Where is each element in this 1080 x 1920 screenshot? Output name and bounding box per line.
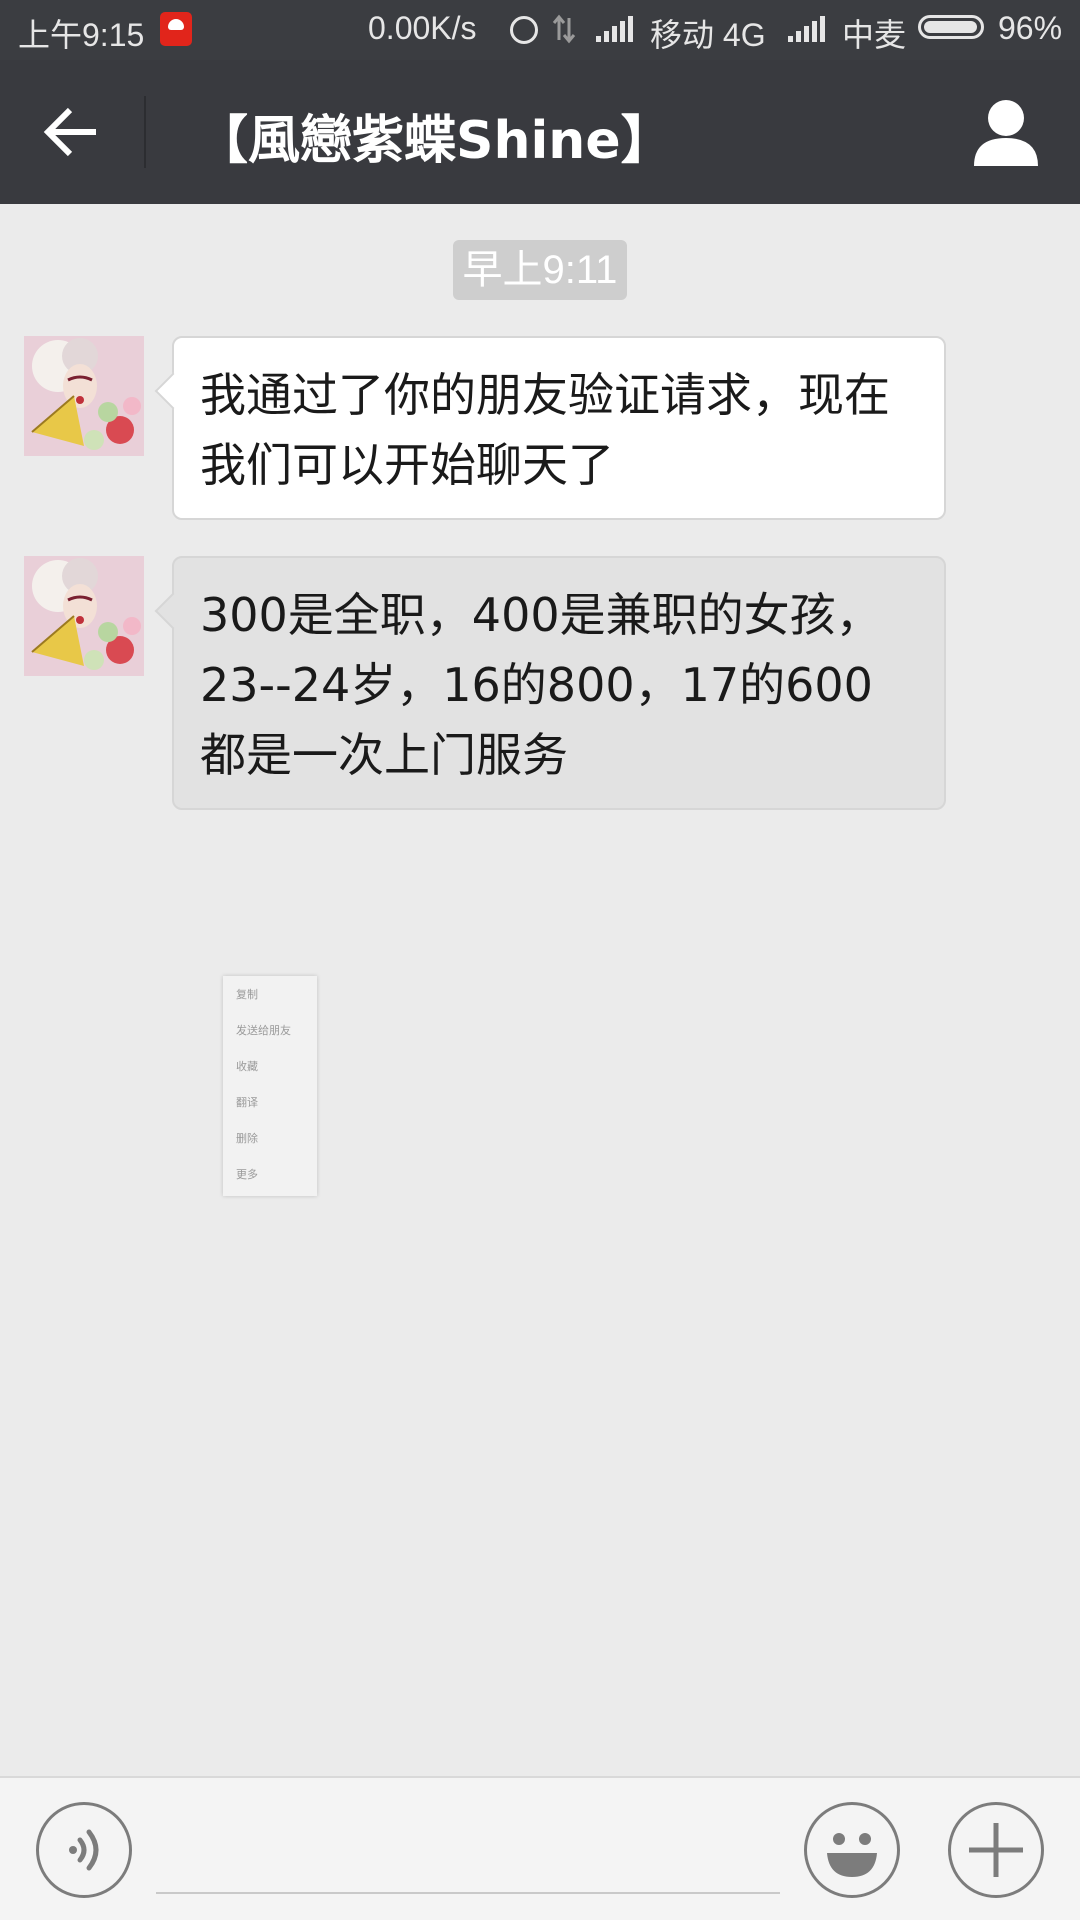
- message-input[interactable]: [156, 1818, 780, 1894]
- battery-percent: 96%: [998, 10, 1063, 46]
- voice-icon: [69, 1829, 99, 1871]
- signal-icon-2: [788, 16, 825, 42]
- bubble-tail: [154, 372, 192, 410]
- chat-input-bar: [0, 1776, 1080, 1920]
- menu-item-delete[interactable]: 删除: [236, 1130, 258, 1146]
- header-divider: [144, 96, 146, 168]
- menu-item-translate[interactable]: 翻译: [236, 1094, 258, 1110]
- status-time: 上午9:15: [18, 17, 145, 53]
- plus-icon: [969, 1823, 1023, 1877]
- status-bar: 上午9:15 0.00K/s 移动 4G 中麦 96%: [0, 0, 1080, 60]
- contact-avatar[interactable]: [24, 556, 144, 676]
- carrier-1: 移动 4G: [650, 17, 766, 53]
- more-functions-button[interactable]: [948, 1802, 1044, 1898]
- avatar-image: [24, 556, 144, 676]
- back-arrow-icon: [43, 107, 96, 157]
- jd-app-icon: [160, 12, 192, 46]
- alarm-icon: [510, 16, 538, 44]
- message-timestamp: 早上9:11: [453, 240, 627, 300]
- battery-icon: [918, 15, 984, 39]
- contact-avatar[interactable]: [24, 336, 144, 456]
- bubble-tail: [154, 592, 192, 630]
- menu-item-more[interactable]: 更多: [236, 1166, 258, 1182]
- person-icon: [974, 100, 1038, 166]
- voice-button[interactable]: [36, 1802, 132, 1898]
- message-text: 我通过了你的朋友验证请求，现在我们可以开始聊天了: [200, 368, 890, 492]
- menu-item-copy[interactable]: 复制: [236, 986, 258, 1002]
- carrier-2: 中麦: [842, 17, 907, 53]
- emoji-icon: [827, 1833, 877, 1877]
- emoji-button[interactable]: [804, 1802, 900, 1898]
- avatar-image: [24, 336, 144, 456]
- chat-info-button[interactable]: [968, 96, 1044, 168]
- menu-item-favorite[interactable]: 收藏: [236, 1058, 258, 1074]
- message-bubble-selected[interactable]: 300是全职，400是兼职的女孩，23--24岁，16的800，17的600都是…: [154, 556, 946, 810]
- chat-area[interactable]: 早上9:11 我通过了你的朋友验证请求，现在我们可以开始聊天了 300是全职，4…: [0, 204, 1080, 1776]
- message-text: 300是全职，400是兼职的女孩，23--24岁，16的800，17的600都是…: [200, 588, 882, 782]
- network-speed: 0.00K/s: [368, 10, 477, 46]
- chat-title: 【風戀紫蝶Shine】: [196, 111, 673, 171]
- back-button[interactable]: [30, 96, 114, 168]
- signal-icon-1: [596, 16, 633, 42]
- chat-header: 【風戀紫蝶Shine】: [0, 60, 1080, 204]
- menu-item-forward[interactable]: 发送给朋友: [236, 1022, 291, 1038]
- message-bubble[interactable]: 我通过了你的朋友验证请求，现在我们可以开始聊天了: [154, 336, 946, 520]
- message-context-menu: 复制 发送给朋友 收藏 翻译 删除 更多: [223, 976, 317, 1196]
- data-transfer-icon: [552, 14, 576, 44]
